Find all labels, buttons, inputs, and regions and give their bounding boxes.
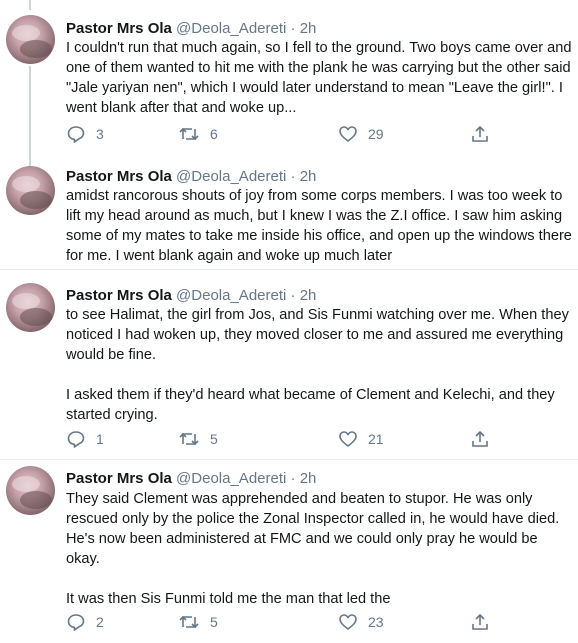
- reply-icon: [66, 429, 86, 449]
- retweet-button[interactable]: 5: [178, 612, 218, 632]
- like-count: 23: [368, 614, 384, 630]
- tweet-time[interactable]: 2h: [300, 470, 317, 487]
- share-icon: [470, 124, 490, 144]
- heart-icon: [338, 124, 358, 144]
- avatar[interactable]: [6, 283, 55, 332]
- avatar[interactable]: [6, 166, 55, 215]
- tweet-time[interactable]: 2h: [300, 20, 317, 37]
- separator-dot: ·: [290, 470, 296, 487]
- share-button[interactable]: [470, 124, 490, 144]
- retweet-count: 5: [210, 431, 218, 447]
- reply-button[interactable]: 2: [66, 612, 104, 632]
- thread-connector: [29, 0, 31, 10]
- retweet-button[interactable]: 5: [178, 429, 218, 449]
- like-button[interactable]: 29: [338, 124, 384, 144]
- tweet[interactable]: Pastor Mrs Ola @Deola_Adereti · 2h to se…: [0, 271, 578, 460]
- avatar[interactable]: [6, 15, 55, 64]
- tweet-actions: 1 5 21: [66, 429, 496, 451]
- reply-count: 1: [96, 431, 104, 447]
- tweet-header: Pastor Mrs Ola @Deola_Adereti · 2h: [66, 287, 316, 305]
- tweet-time[interactable]: 2h: [300, 168, 317, 185]
- tweet[interactable]: Pastor Mrs Ola @Deola_Adereti · 2h I cou…: [0, 0, 578, 158]
- retweet-icon: [178, 124, 200, 144]
- share-button[interactable]: [470, 612, 490, 632]
- like-button[interactable]: 21: [338, 429, 384, 449]
- heart-icon: [338, 612, 358, 632]
- author-name[interactable]: Pastor Mrs Ola: [66, 287, 172, 304]
- author-handle[interactable]: @Deola_Adereti: [176, 20, 286, 37]
- tweet-text: amidst rancorous shouts of joy from some…: [66, 188, 576, 264]
- tweet-header: Pastor Mrs Ola @Deola_Adereti · 2h: [66, 20, 316, 38]
- tweet-text: to see Halimat, the girl from Jos, and S…: [66, 307, 569, 423]
- share-icon: [470, 612, 490, 632]
- retweet-icon: [178, 612, 200, 632]
- like-count: 21: [368, 431, 384, 447]
- reply-icon: [66, 612, 86, 632]
- thread-connector: [29, 158, 31, 166]
- tweet-time[interactable]: 2h: [300, 287, 317, 304]
- retweet-button[interactable]: 6: [178, 124, 218, 144]
- author-name[interactable]: Pastor Mrs Ola: [66, 20, 172, 37]
- thread-connector: [29, 66, 31, 158]
- reply-button[interactable]: 3: [66, 124, 104, 144]
- author-handle[interactable]: @Deola_Adereti: [176, 168, 286, 185]
- author-handle[interactable]: @Deola_Adereti: [176, 470, 286, 487]
- share-button[interactable]: [470, 429, 490, 449]
- tweet-header: Pastor Mrs Ola @Deola_Adereti · 2h: [66, 470, 316, 488]
- separator-dot: ·: [290, 20, 296, 37]
- avatar[interactable]: [6, 466, 55, 515]
- author-name[interactable]: Pastor Mrs Ola: [66, 168, 172, 185]
- tweet-header: Pastor Mrs Ola @Deola_Adereti · 2h: [66, 168, 316, 186]
- share-icon: [470, 429, 490, 449]
- retweet-icon: [178, 429, 200, 449]
- heart-icon: [338, 429, 358, 449]
- tweet-actions: 2 5 23: [66, 612, 496, 634]
- retweet-count: 5: [210, 614, 218, 630]
- like-button[interactable]: 23: [338, 612, 384, 632]
- author-name[interactable]: Pastor Mrs Ola: [66, 470, 172, 487]
- separator-dot: ·: [290, 287, 296, 304]
- retweet-count: 6: [210, 126, 218, 142]
- tweet-text: They said Clement was apprehended and be…: [66, 491, 560, 607]
- tweet-thread: Pastor Mrs Ola @Deola_Adereti · 2h I cou…: [0, 0, 578, 643]
- tweet-actions: 3 6 29: [66, 124, 496, 146]
- reply-button[interactable]: 1: [66, 429, 104, 449]
- tweet[interactable]: Pastor Mrs Ola @Deola_Adereti · 2h They …: [0, 461, 578, 643]
- reply-count: 3: [96, 126, 104, 142]
- like-count: 29: [368, 126, 384, 142]
- reply-icon: [66, 124, 86, 144]
- tweet-text: I couldn't run that much again, so I fel…: [66, 40, 576, 116]
- author-handle[interactable]: @Deola_Adereti: [176, 287, 286, 304]
- tweet[interactable]: Pastor Mrs Ola @Deola_Adereti · 2h amids…: [0, 158, 578, 270]
- separator-dot: ·: [290, 168, 296, 185]
- reply-count: 2: [96, 614, 104, 630]
